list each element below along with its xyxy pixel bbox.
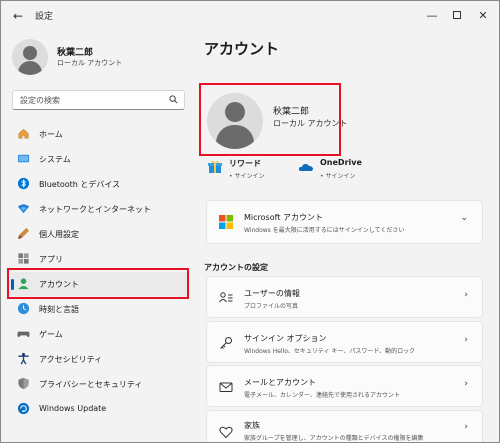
- settings-card-mail-accounts[interactable]: メールとアカウント 電子メール、カレンダー、連絡先で使用されるアカウント ›: [206, 365, 483, 407]
- nav-label: 時刻と言語: [39, 305, 79, 314]
- windows-update-icon: [17, 402, 30, 415]
- microsoft-account-card[interactable]: Microsoft アカウント Windows を最大限に活用するにはサインイン…: [206, 200, 483, 244]
- nav-item-accessibility[interactable]: アクセシビリティ: [9, 347, 187, 371]
- nav-item-windows-update[interactable]: Windows Update: [9, 397, 187, 421]
- system-icon: [17, 154, 30, 163]
- back-button[interactable]: ←: [9, 7, 27, 25]
- card-subtitle: Windows Hello、セキュリティ キー、パスワード、動的ロック: [244, 348, 416, 355]
- nav-label: ホーム: [39, 130, 63, 139]
- settings-card-user-info[interactable]: ユーザーの情報 プロファイルの写真 ›: [206, 276, 483, 318]
- nav-item-privacy[interactable]: プライバシーとセキュリティ: [9, 372, 187, 396]
- window-title: 設定: [35, 12, 54, 22]
- microsoft-logo-icon: [219, 215, 233, 229]
- close-button[interactable]: ✕: [472, 5, 494, 25]
- nav-label: プライバシーとセキュリティ: [39, 380, 143, 389]
- card-title: サインイン オプション: [244, 334, 327, 343]
- service-onedrive[interactable]: OneDrive • サインイン: [298, 156, 378, 182]
- key-icon: [220, 337, 232, 349]
- settings-card-family[interactable]: 家族 家族グループを管理し、アカウントの種類とデバイスの権限を編集 ›: [206, 410, 483, 442]
- apps-icon: [18, 253, 29, 264]
- highlight-box-account: [199, 83, 341, 156]
- user-info-icon: [219, 292, 233, 303]
- gaming-icon: [17, 331, 30, 338]
- nav-item-bluetooth[interactable]: Bluetooth とデバイス: [9, 172, 187, 196]
- family-icon: [219, 426, 233, 439]
- card-subtitle: Windows を最大限に活用するにはサインインしてください: [244, 227, 405, 234]
- search-icon: [169, 95, 178, 104]
- card-subtitle: 家族グループを管理し、アカウントの種類とデバイスの権限を編集: [244, 435, 424, 442]
- privacy-icon: [18, 377, 29, 390]
- profile-account-type: ローカル アカウント: [57, 59, 123, 67]
- bluetooth-icon: [17, 177, 30, 190]
- settings-window: ← 設定 — ✕ 秋葉二郎 ローカル アカウント 設定の検索 ホーム システム …: [0, 0, 500, 443]
- card-title: ユーザーの情報: [244, 289, 300, 298]
- chevron-right-icon: ›: [464, 379, 468, 389]
- minimize-button[interactable]: —: [421, 5, 443, 25]
- profile-avatar[interactable]: [12, 39, 48, 75]
- nav-item-time-language[interactable]: 時刻と言語: [9, 297, 187, 321]
- nav-label: ゲーム: [39, 330, 63, 339]
- card-title: メールとアカウント: [244, 378, 316, 387]
- time-language-icon: [17, 302, 30, 315]
- chevron-right-icon: ›: [464, 335, 468, 345]
- profile-name: 秋葉二郎: [57, 48, 94, 58]
- maximize-icon: [453, 11, 461, 19]
- accessibility-icon: [18, 352, 29, 365]
- rewards-icon: [208, 160, 222, 173]
- mail-icon: [219, 382, 233, 392]
- maximize-button[interactable]: [446, 5, 468, 25]
- nav-label: ネットワークとインターネット: [39, 205, 151, 214]
- card-title: 家族: [244, 421, 260, 430]
- card-subtitle: プロファイルの写真: [244, 303, 299, 310]
- nav-item-personalization[interactable]: 個人用設定: [9, 222, 187, 246]
- nav-label: システム: [39, 155, 71, 164]
- title-bar: ← 設定 — ✕: [1, 1, 499, 31]
- nav-item-network[interactable]: ネットワークとインターネット: [9, 197, 187, 221]
- nav-label: アクセシビリティ: [39, 355, 103, 364]
- card-title: Microsoft アカウント: [244, 213, 323, 222]
- highlight-box-nav: [7, 268, 189, 299]
- section-title: アカウントの設定: [204, 263, 268, 272]
- service-rewards[interactable]: リワード • サインイン: [207, 156, 287, 182]
- service-name: リワード: [229, 159, 261, 168]
- network-icon: [17, 204, 30, 214]
- chevron-right-icon: ›: [464, 290, 468, 300]
- nav-label: 個人用設定: [39, 230, 79, 239]
- onedrive-icon: [298, 164, 313, 171]
- service-name: OneDrive: [320, 158, 362, 167]
- card-subtitle: 電子メール、カレンダー、連絡先で使用されるアカウント: [244, 392, 400, 399]
- service-status: • サインイン: [320, 173, 356, 180]
- settings-card-sign-in-options[interactable]: サインイン オプション Windows Hello、セキュリティ キー、パスワー…: [206, 321, 483, 363]
- page-title: アカウント: [204, 40, 280, 58]
- chevron-right-icon: ›: [464, 422, 468, 432]
- search-input[interactable]: 設定の検索: [20, 95, 60, 106]
- personalization-icon: [17, 227, 30, 240]
- search-box[interactable]: 設定の検索: [12, 90, 185, 110]
- nav-item-gaming[interactable]: ゲーム: [9, 322, 187, 346]
- nav-label: アプリ: [39, 255, 63, 264]
- chevron-down-icon[interactable]: ⌄: [460, 213, 468, 223]
- home-icon: [18, 128, 29, 139]
- nav-label: Bluetooth とデバイス: [39, 180, 121, 189]
- nav-label: Windows Update: [39, 404, 107, 413]
- service-status: • サインイン: [229, 173, 265, 180]
- nav-item-system[interactable]: システム: [9, 147, 187, 171]
- nav-item-home[interactable]: ホーム: [9, 122, 187, 146]
